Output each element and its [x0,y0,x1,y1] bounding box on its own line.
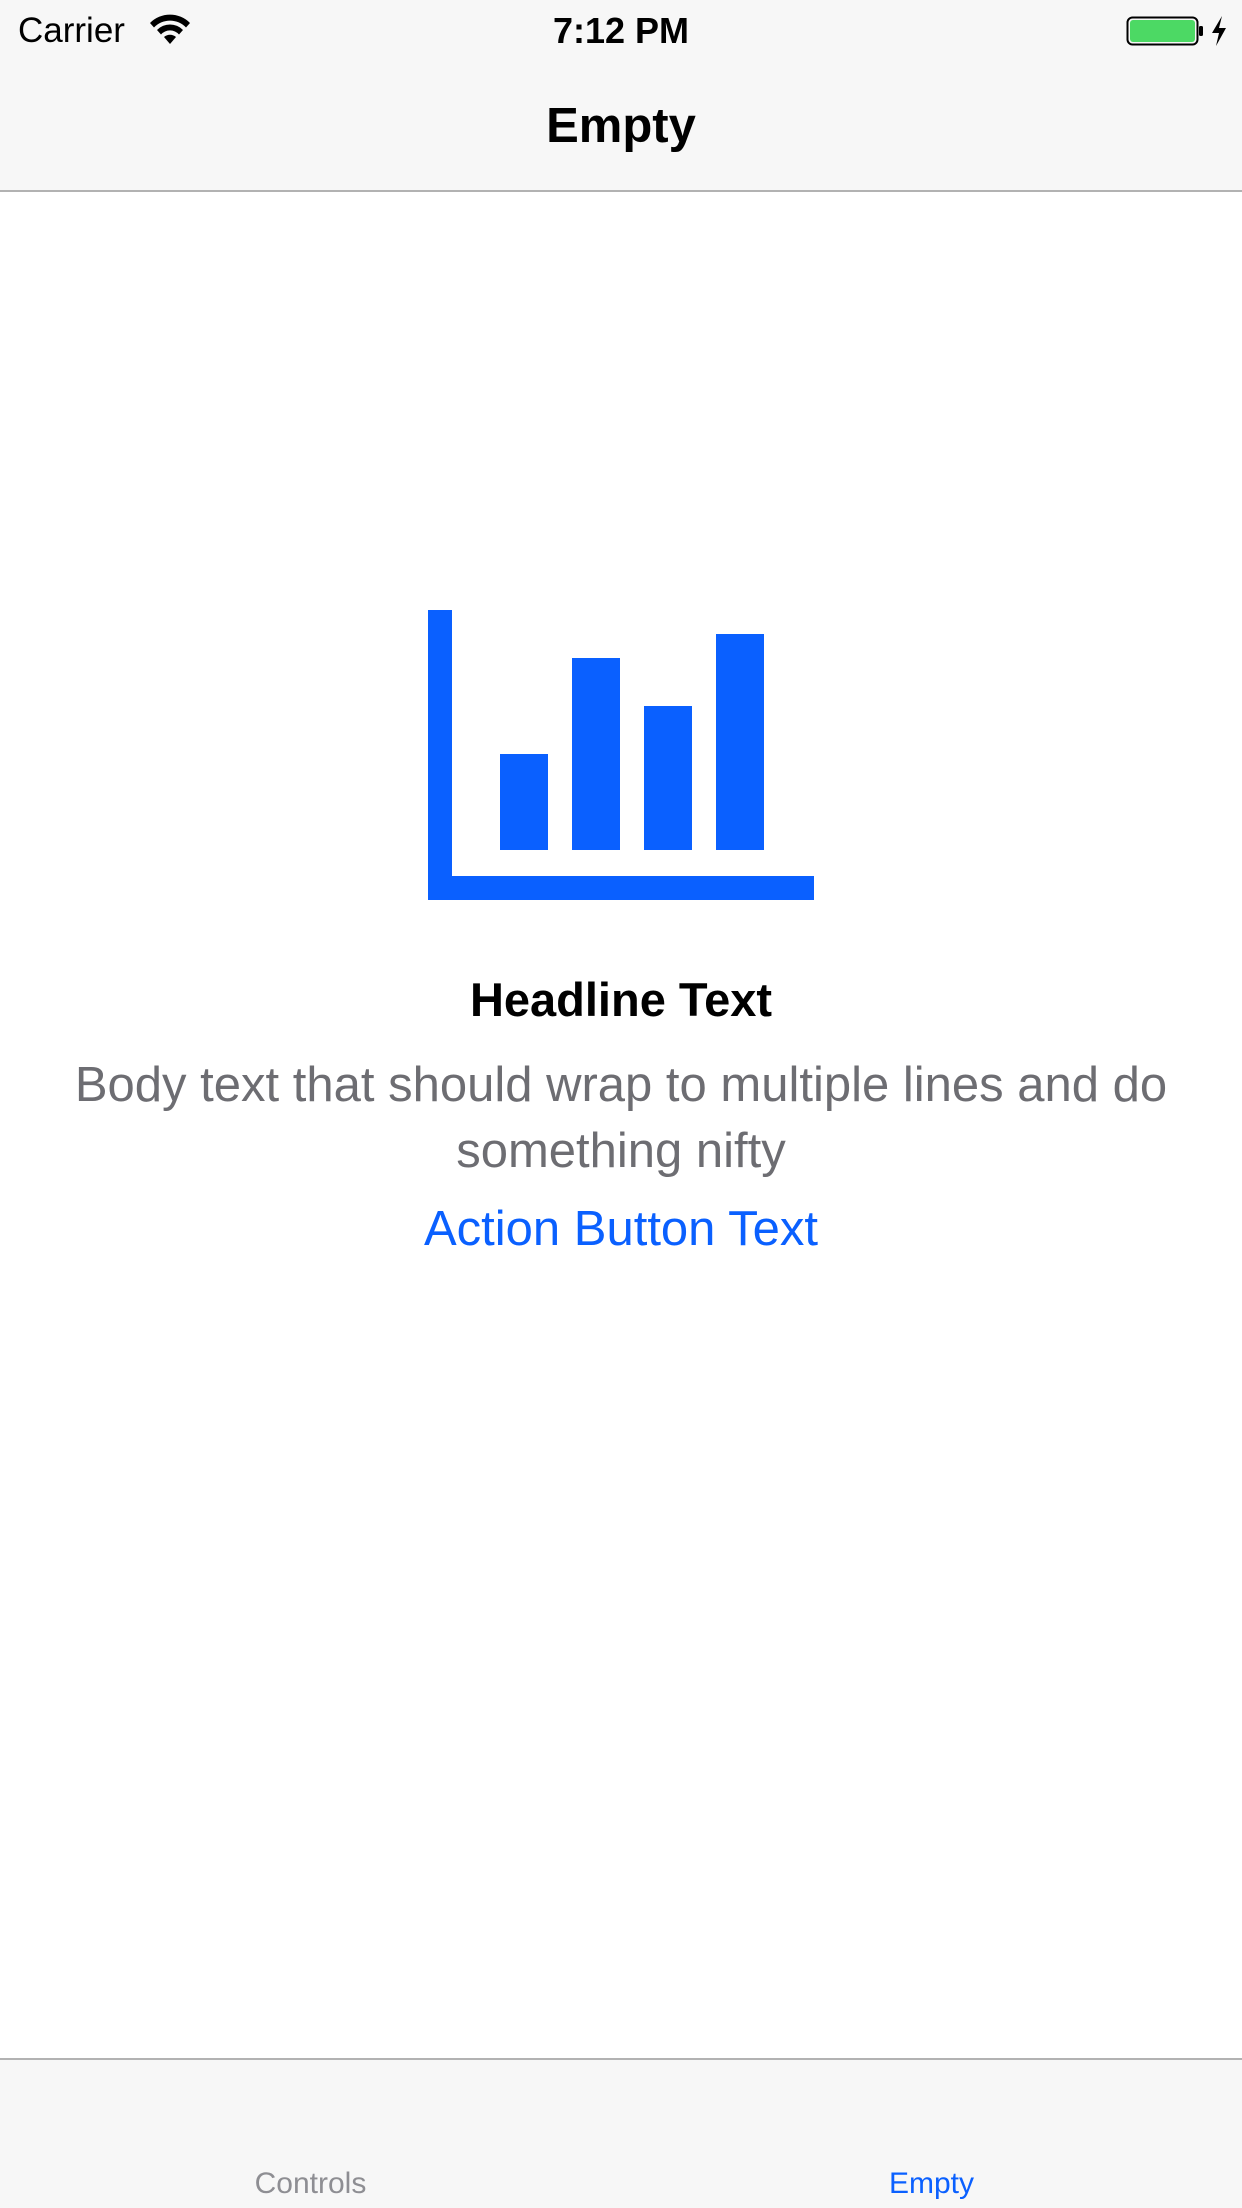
nav-title: Empty [546,99,696,153]
charging-bolt-icon [1212,16,1226,46]
chart-icon-bar [716,634,764,850]
navigation-header: Carrier 7:12 PM Empty [0,0,1242,192]
bar-chart-icon [428,610,814,900]
tab-controls-label: Controls [254,2167,367,2200]
empty-state-headline: Headline Text [469,973,773,1026]
chart-icon-bar [644,706,692,850]
chart-icon-axis-horizontal [428,876,814,900]
tab-empty-label: Empty [888,2167,975,2200]
status-bar: Carrier 7:12 PM [0,0,1242,60]
empty-state-body: Body text that should wrap to multiple l… [74,1058,1168,1178]
tab-empty[interactable]: Empty [621,2060,1242,2208]
battery-icon [1126,16,1203,46]
tab-bar: Controls Empty [0,2058,1242,2208]
chart-icon-axis-vertical [428,610,452,900]
clock: 7:12 PM [552,10,690,51]
chart-icon-bar [572,658,620,850]
tab-controls[interactable]: Controls [0,2060,621,2208]
action-button[interactable]: Action Button Text [321,1196,921,1262]
chart-icon-bar [500,754,548,850]
